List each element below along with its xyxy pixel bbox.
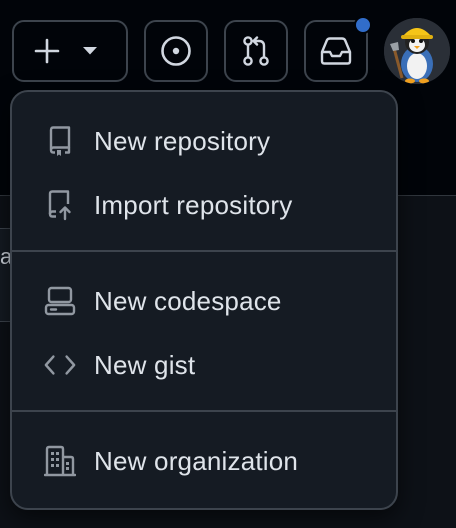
inbox-icon: [319, 36, 353, 66]
plus-icon: [34, 38, 60, 64]
menu-item-label: New codespace: [94, 285, 282, 316]
menu-item-label: New organization: [94, 445, 299, 476]
menu-divider: [12, 410, 396, 412]
menu-item-label: New gist: [94, 349, 196, 380]
unread-notification-indicator: [354, 16, 372, 34]
triangle-down-icon: [82, 46, 98, 56]
codespaces-icon: [44, 285, 76, 317]
menu-item-new-repository[interactable]: New repository: [12, 110, 396, 172]
menu-item-label: New repository: [94, 125, 271, 156]
menu-item-new-codespace[interactable]: New codespace: [12, 270, 396, 332]
pull-requests-button[interactable]: [224, 20, 288, 82]
menu-divider: [12, 250, 396, 252]
git-pull-request-icon: [240, 34, 272, 68]
menu-item-new-gist[interactable]: New gist: [12, 334, 396, 396]
create-new-menu: New repository Import repository New cod…: [10, 90, 398, 510]
menu-item-new-organization[interactable]: New organization: [12, 430, 396, 492]
user-avatar[interactable]: [384, 18, 450, 84]
menu-item-import-repository[interactable]: Import repository: [12, 174, 396, 236]
code-icon: [44, 349, 76, 381]
create-new-button[interactable]: [12, 20, 128, 82]
organization-icon: [44, 445, 76, 477]
issue-opened-icon: [160, 35, 192, 67]
avatar-penguin-icon: [384, 18, 450, 84]
issues-button[interactable]: [144, 20, 208, 82]
repo-icon: [44, 125, 76, 157]
repo-push-icon: [44, 189, 76, 221]
menu-item-label: Import repository: [94, 189, 293, 220]
github-header-page: a New repository Import repository New c…: [0, 0, 456, 528]
